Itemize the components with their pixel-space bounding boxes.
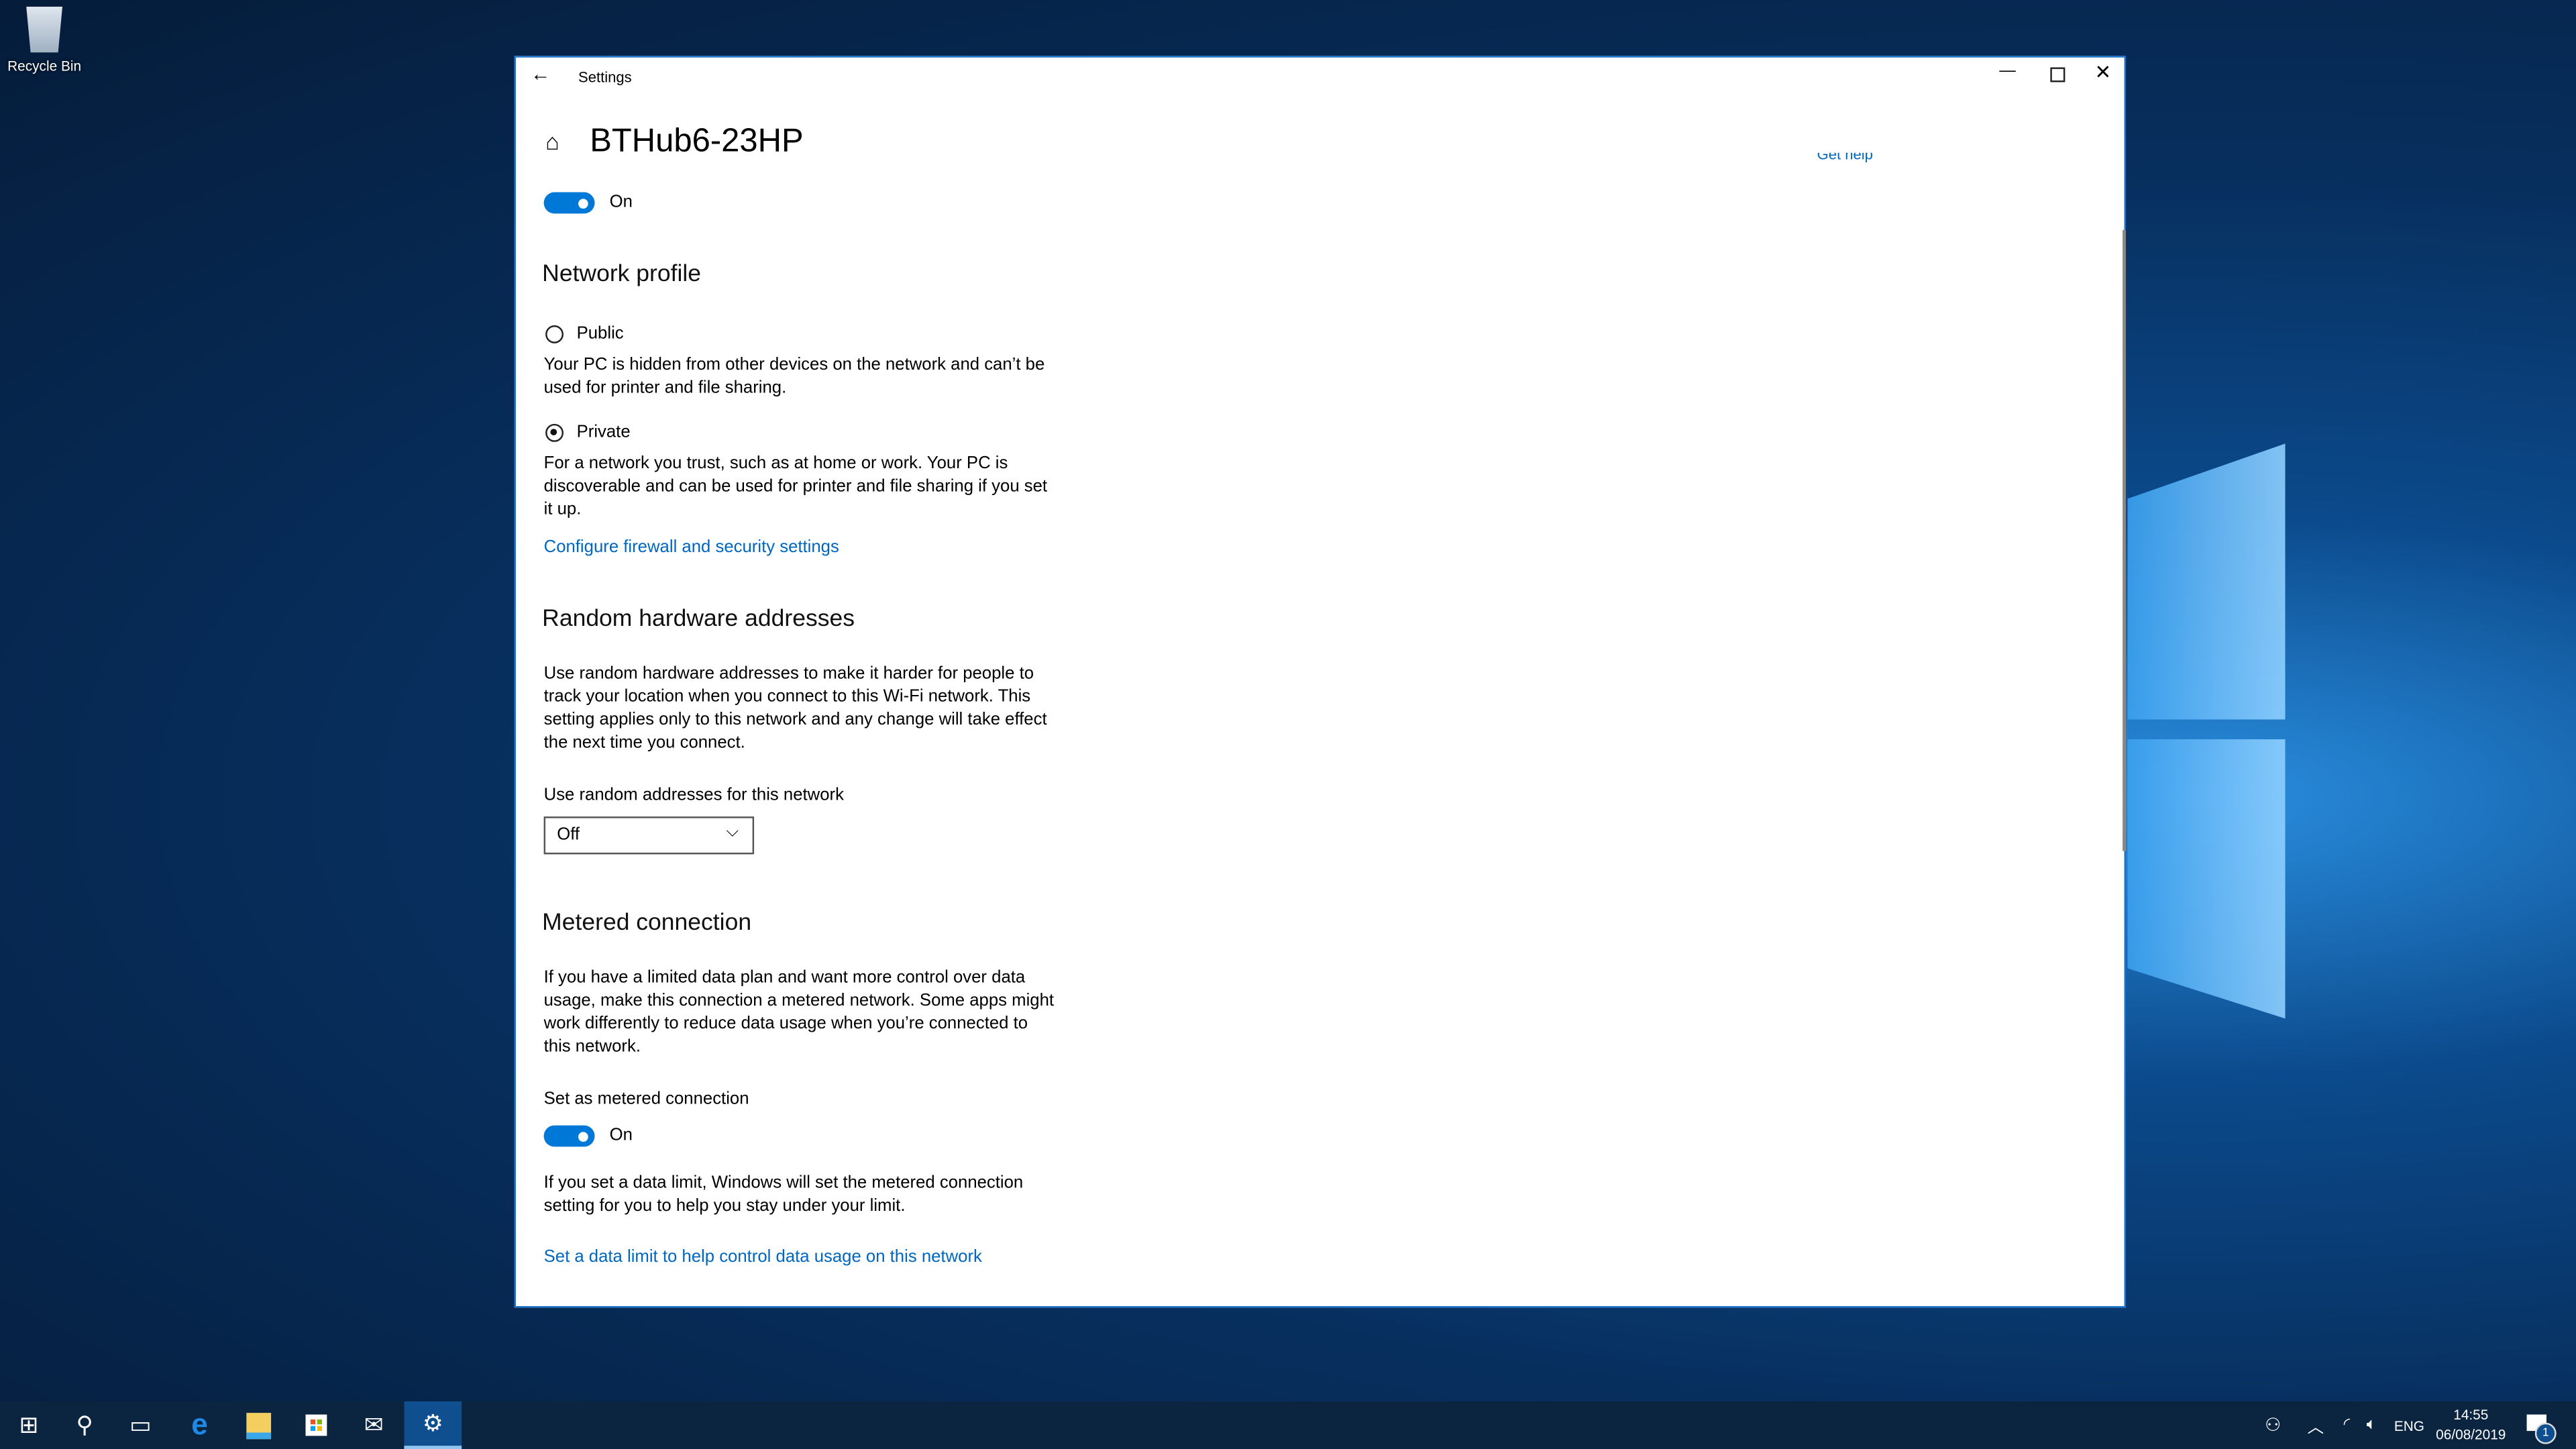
private-desc: it up.: [543, 499, 582, 519]
dropdown-value: Off: [557, 824, 580, 845]
radio-private-label[interactable]: Private: [577, 421, 631, 444]
recycle-bin-icon: [26, 6, 63, 53]
data-limit-link[interactable]: Set a data limit to help control data us…: [544, 1245, 982, 1269]
private-desc: For a network you trust, such as at home…: [543, 453, 1008, 474]
firewall-settings-link[interactable]: Configure firewall and security settings: [544, 535, 839, 559]
metered-toggle[interactable]: [543, 1125, 595, 1147]
start-icon[interactable]: ⊞: [0, 1401, 58, 1449]
network-profile-heading: Network profile: [542, 261, 701, 288]
clock-time: 14:55: [2453, 1406, 2489, 1423]
metered-note: If you set a data limit, Windows will se…: [543, 1173, 1024, 1193]
metered-note: setting for you to help you stay under y…: [543, 1195, 906, 1216]
metered-toggle-state: On: [609, 1125, 633, 1145]
random-address-dropdown[interactable]: Off ⌵: [543, 816, 755, 855]
settings-window: ← Settings — ✕ ⌂ BTHub6-23HP Get help On…: [514, 56, 2127, 1308]
random-hw-desc: the next time you connect.: [543, 733, 745, 753]
connect-toggle-state: On: [609, 192, 633, 212]
recycle-bin[interactable]: Recycle Bin: [3, 6, 85, 86]
home-icon[interactable]: ⌂: [545, 129, 559, 153]
radio-public[interactable]: [545, 325, 564, 343]
task-view-icon[interactable]: ▭: [112, 1401, 170, 1449]
random-address-label: Use random addresses for this network: [543, 785, 844, 806]
connect-toggle[interactable]: [543, 192, 595, 214]
maximize-button[interactable]: [2050, 67, 2065, 83]
random-hw-desc: setting applies only to this network and…: [543, 709, 1047, 730]
settings-icon[interactable]: ⚙: [404, 1401, 462, 1449]
close-button[interactable]: ✕: [2094, 61, 2111, 85]
mail-icon[interactable]: ✉: [345, 1401, 402, 1449]
scrollbar[interactable]: [2123, 229, 2127, 851]
metered-desc: work differently to reduce data usage wh…: [543, 1014, 1028, 1034]
back-button[interactable]: ←: [531, 62, 550, 86]
get-help-link[interactable]: Get help: [1817, 153, 1873, 164]
metered-heading: Metered connection: [542, 910, 752, 936]
page-title: BTHub6-23HP: [590, 123, 804, 160]
file-explorer-icon[interactable]: [230, 1401, 288, 1449]
chevron-down-icon: ⌵: [726, 822, 739, 841]
clock-date: 06/08/2019: [2436, 1426, 2506, 1443]
random-hw-heading: Random hardware addresses: [542, 606, 855, 633]
store-icon[interactable]: [288, 1401, 345, 1449]
edge-icon[interactable]: e: [171, 1401, 229, 1449]
metered-desc: usage, make this connection a metered ne…: [543, 990, 1055, 1011]
public-desc: used for printer and file sharing.: [543, 378, 787, 398]
public-desc: Your PC is hidden from other devices on …: [543, 354, 1045, 375]
private-desc: discoverable and can be used for printer…: [543, 476, 1048, 496]
minimize-button[interactable]: —: [1999, 61, 2015, 85]
random-hw-desc: Use random hardware addresses to make it…: [543, 663, 1034, 684]
random-hw-desc: track your location when you connect to …: [543, 686, 1031, 707]
search-icon[interactable]: ⚲: [56, 1401, 113, 1449]
radio-public-label[interactable]: Public: [577, 322, 624, 345]
metered-desc: If you have a limited data plan and want…: [543, 967, 1026, 987]
clock[interactable]: 14:55 06/08/2019: [2428, 1405, 2514, 1444]
wallpaper-logo: [2127, 378, 2292, 1051]
metered-toggle-label: Set as metered connection: [543, 1089, 749, 1110]
window-title: Settings: [578, 68, 632, 86]
radio-private[interactable]: [545, 423, 564, 442]
metered-desc: this network.: [543, 1036, 641, 1057]
notification-badge: 1: [2534, 1422, 2557, 1444]
